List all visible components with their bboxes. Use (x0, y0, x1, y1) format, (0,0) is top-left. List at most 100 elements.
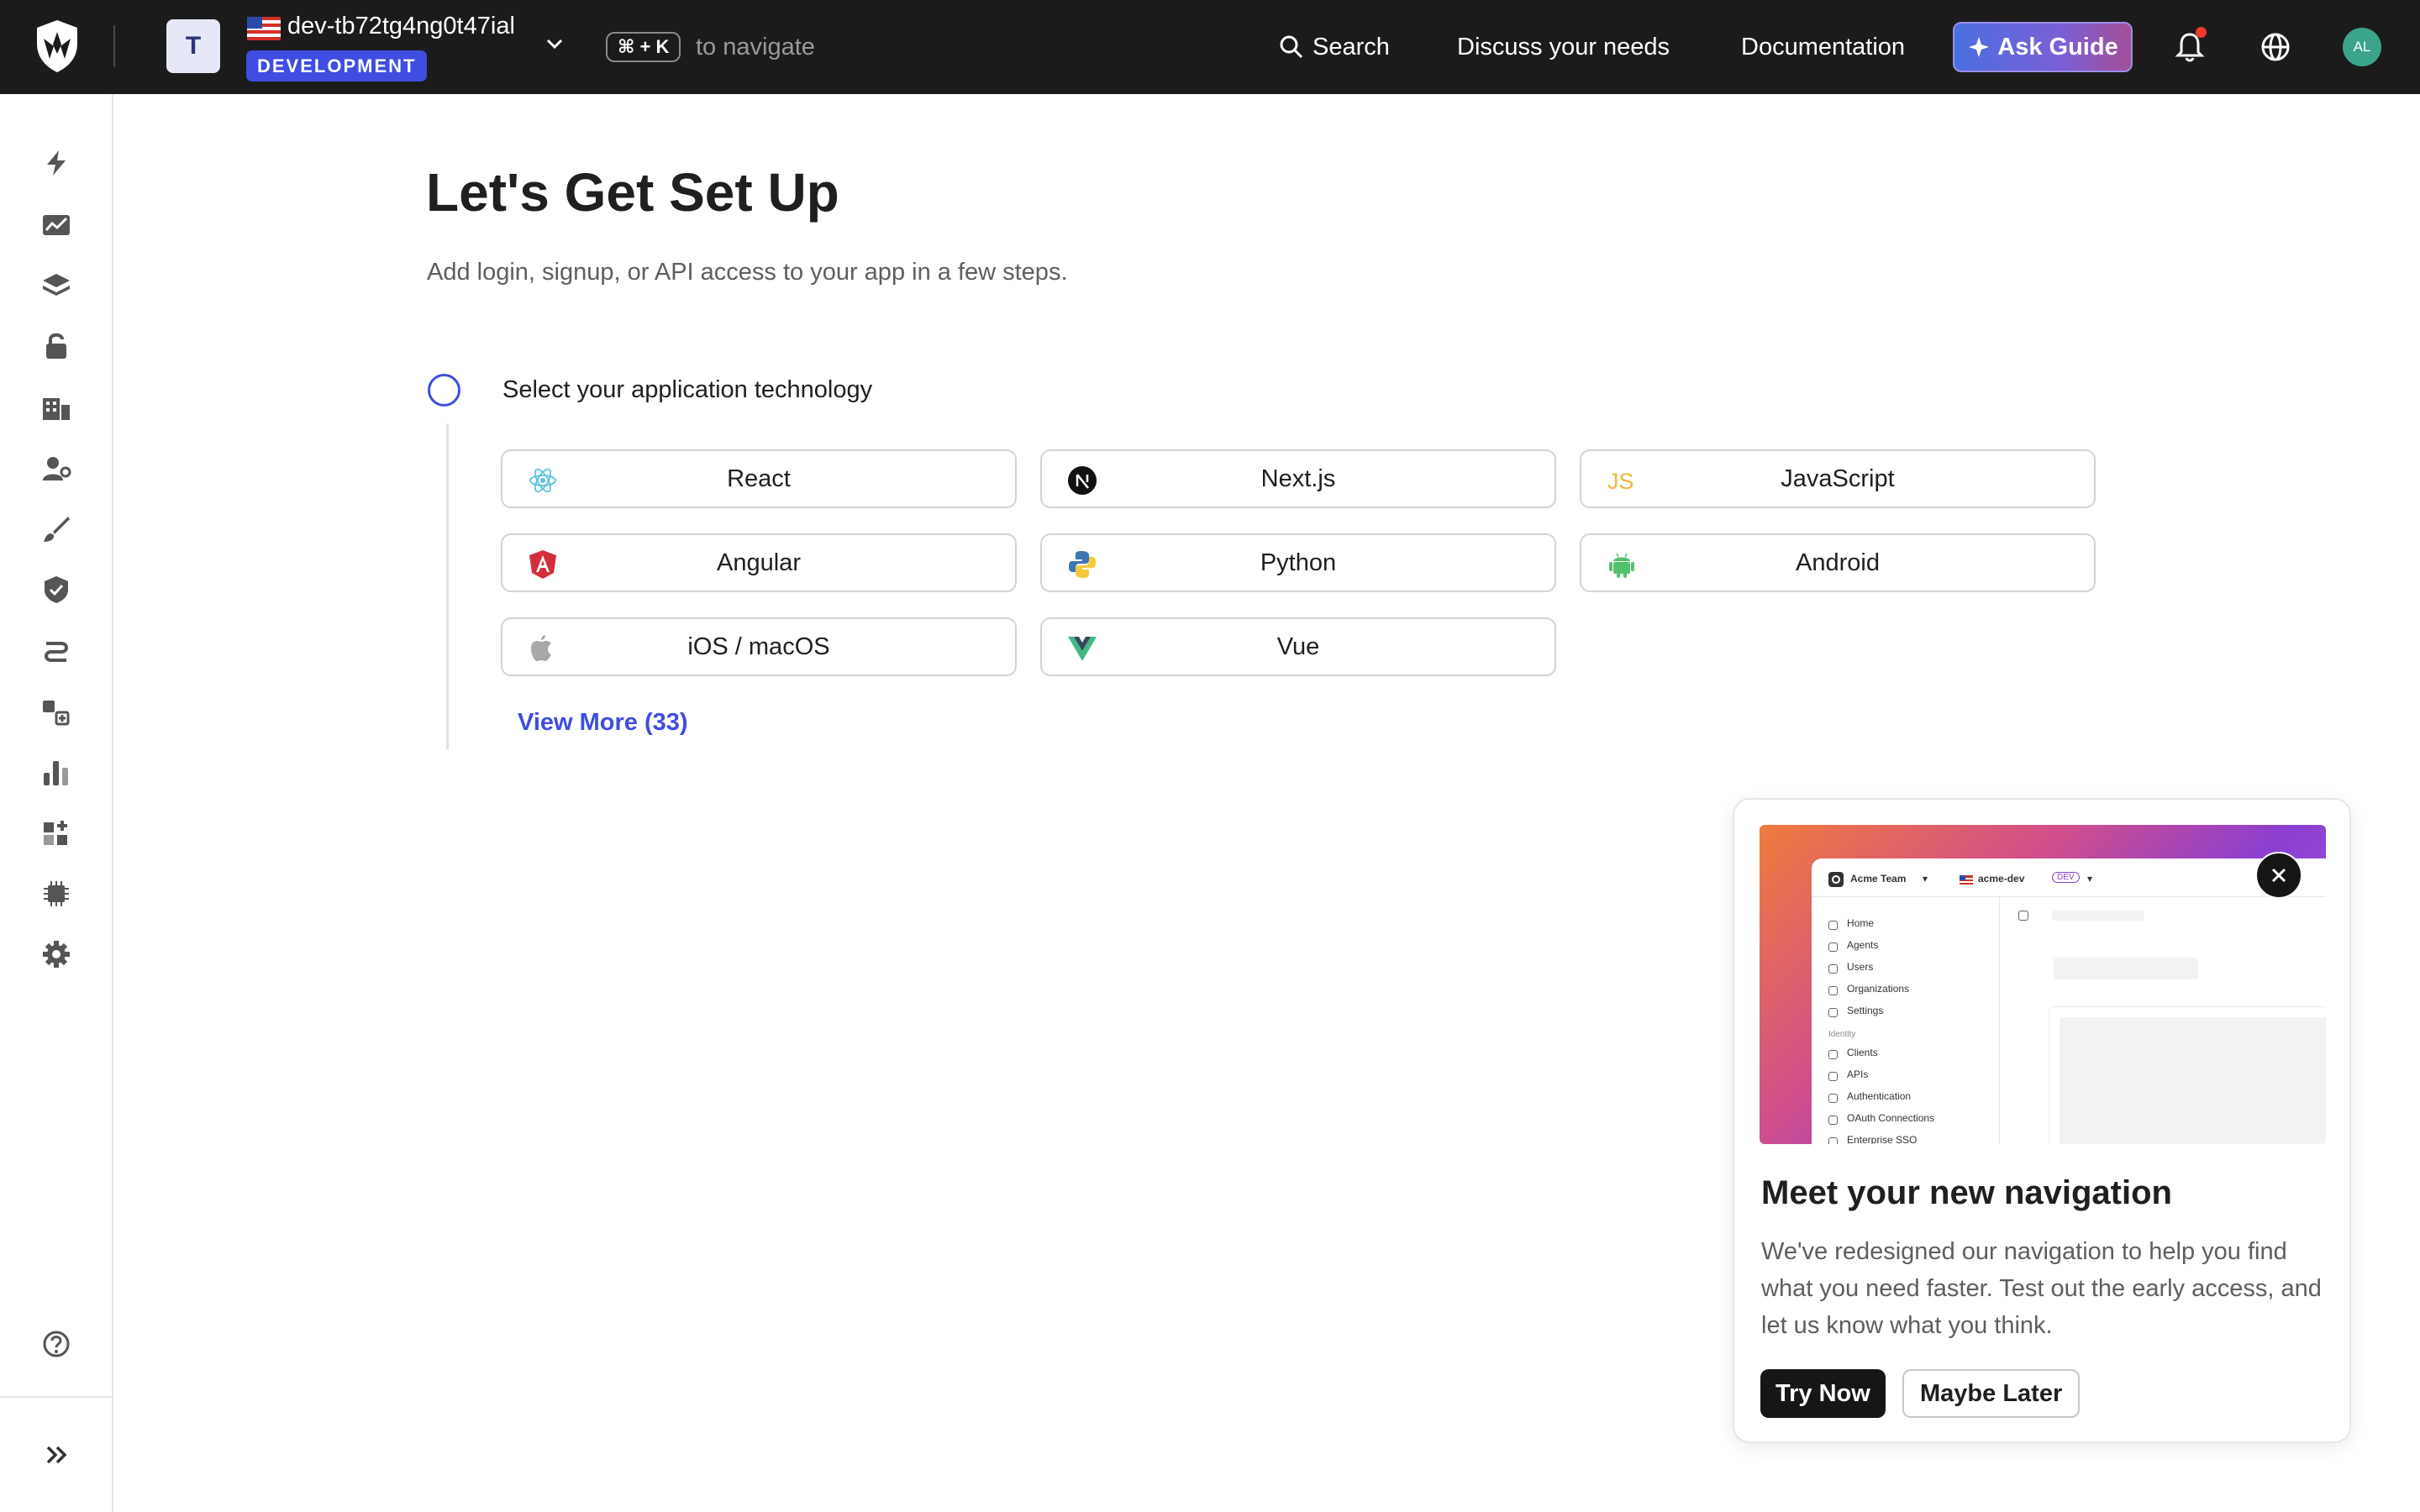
documentation-link[interactable]: Documentation (1741, 30, 1905, 64)
preview-nav-item: Enterprise SSO (1847, 1134, 1918, 1144)
preview-tenant-name: acme-dev (1978, 873, 2025, 885)
preview-placeholder-bar (2052, 911, 2144, 921)
step-label: Select your application technology (502, 376, 873, 403)
marketplace-icon[interactable] (39, 696, 73, 729)
activity-chart-icon[interactable] (39, 208, 73, 242)
tech-label: Python (1260, 549, 1337, 576)
tech-option-ios-macos[interactable]: iOS / macOS (501, 617, 1017, 676)
preview-clients-icon (1828, 1050, 1838, 1059)
preview-settings-icon (1828, 1008, 1838, 1017)
preview-oauth-icon (1828, 1116, 1838, 1125)
tech-label: Android (1796, 549, 1880, 576)
tenant-avatar[interactable]: T (166, 19, 220, 73)
environment-badge: DEVELOPMENT (246, 50, 428, 81)
preview-logo-icon (1828, 872, 1844, 887)
preview-section-label: Identity (1828, 1030, 1856, 1039)
preview-nav-item: APIs (1847, 1068, 1869, 1080)
vue-icon (1067, 633, 1097, 664)
preview-sso-icon (1828, 1137, 1838, 1144)
tech-option-javascript[interactable]: JS JavaScript (1580, 449, 2096, 508)
sidebar-divider (0, 1396, 112, 1398)
preview-apis-icon (1828, 1072, 1838, 1081)
preview-users-icon (1828, 964, 1838, 974)
page-subtitle: Add login, signup, or API access to your… (427, 259, 1068, 286)
preview-nav-item: Users (1847, 961, 1874, 973)
preview-caret-icon: ▾ (2087, 873, 2093, 885)
tech-label: Vue (1276, 633, 1320, 660)
apple-icon (528, 633, 558, 664)
preview-mock-window: Acme Team ▾ acme-dev DEV ▾ Home Agents U… (1812, 858, 2326, 1144)
tech-option-react[interactable]: React (501, 449, 1017, 508)
preview-nav-item: Settings (1847, 1005, 1884, 1016)
tech-label: Angular (717, 549, 801, 576)
step-connector-line (446, 423, 449, 749)
tenant-name[interactable]: dev-tb72tg4ng0t47ial (287, 13, 515, 40)
maybe-later-button[interactable]: Maybe Later (1902, 1369, 2081, 1418)
tech-option-nextjs[interactable]: Next.js (1040, 449, 1556, 508)
shortcut-hint: to navigate (696, 34, 815, 60)
preview-mock-topbar: Acme Team ▾ acme-dev DEV ▾ (1812, 858, 2326, 897)
ask-guide-button[interactable]: Ask Guide (1953, 22, 2133, 72)
preview-organizations-icon (1828, 986, 1838, 995)
page-title: Let's Get Set Up (426, 162, 839, 223)
layers-icon[interactable] (39, 269, 73, 302)
tech-label: JavaScript (1781, 465, 1895, 492)
search-button[interactable]: Search (1279, 30, 1390, 64)
help-icon[interactable] (39, 1327, 73, 1361)
auth0-logo-icon[interactable] (34, 18, 81, 74)
preview-home-icon (1828, 921, 1838, 930)
preview-flag-icon (1960, 875, 1973, 885)
header-divider (113, 25, 115, 67)
top-navigation-bar: T dev-tb72tg4ng0t47ial DEVELOPMENT ⌘ + K… (0, 0, 2420, 94)
tech-option-android[interactable]: Android (1580, 533, 2096, 592)
keyboard-shortcut-badge: ⌘ + K (606, 32, 681, 62)
settings-gear-icon[interactable] (39, 937, 73, 971)
preview-placeholder-panel (2049, 1006, 2326, 1144)
python-icon (1067, 549, 1097, 580)
user-management-icon[interactable] (39, 452, 73, 486)
sparkle-icon (1969, 37, 1990, 57)
preview-caret-icon: ▾ (1923, 873, 1928, 885)
preview-nav-item: Organizations (1847, 983, 1910, 995)
extensions-icon[interactable] (39, 816, 73, 850)
new-navigation-promo-card: Acme Team ▾ acme-dev DEV ▾ Home Agents U… (1733, 798, 2351, 1443)
security-shield-icon[interactable] (39, 573, 73, 606)
tech-label: React (727, 465, 791, 492)
preview-nav-item: Authentication (1847, 1090, 1912, 1102)
preview-authentication-icon (1828, 1094, 1838, 1103)
preview-placeholder-bar (2054, 958, 2198, 979)
branding-brush-icon[interactable] (39, 512, 73, 546)
chip-icon[interactable] (39, 877, 73, 911)
user-avatar[interactable]: AL (2343, 28, 2381, 66)
try-now-button[interactable]: Try Now (1760, 1369, 1886, 1418)
preview-nav-item: OAuth Connections (1847, 1112, 1935, 1124)
notification-dot (2196, 27, 2207, 38)
organizations-icon[interactable] (39, 391, 73, 425)
tech-label: iOS / macOS (687, 633, 830, 660)
angular-icon (528, 549, 558, 580)
view-more-link[interactable]: View More (33) (518, 709, 688, 737)
promo-description: We've redesigned our navigation to help … (1761, 1238, 2322, 1339)
promo-title: Meet your new navigation (1761, 1174, 2172, 1211)
expand-icon[interactable] (39, 1438, 73, 1472)
discuss-needs-link[interactable]: Discuss your needs (1457, 30, 1670, 64)
actions-flow-icon[interactable] (39, 635, 73, 669)
tech-option-angular[interactable]: Angular (501, 533, 1017, 592)
preview-mock-sidebar: Home Agents Users Organizations Settings… (1812, 897, 2000, 1144)
ask-guide-label: Ask Guide (1997, 33, 2118, 60)
lock-icon[interactable] (39, 329, 73, 363)
bolt-icon[interactable] (39, 146, 73, 180)
step-indicator-circle (428, 374, 460, 407)
svg-text:JS: JS (1607, 469, 1634, 494)
globe-icon[interactable] (2259, 30, 2292, 64)
preview-nav-item: Agents (1847, 939, 1879, 951)
search-label: Search (1313, 33, 1390, 60)
preview-agents-icon (1828, 942, 1838, 952)
close-promo-button[interactable] (2255, 852, 2302, 899)
analytics-bar-icon[interactable] (39, 756, 73, 790)
tech-option-vue[interactable]: Vue (1040, 617, 1556, 676)
chevron-down-icon[interactable] (545, 37, 564, 50)
tech-option-python[interactable]: Python (1040, 533, 1556, 592)
preview-panel-icon (2018, 911, 2028, 921)
preview-env-badge: DEV (2052, 872, 2080, 883)
